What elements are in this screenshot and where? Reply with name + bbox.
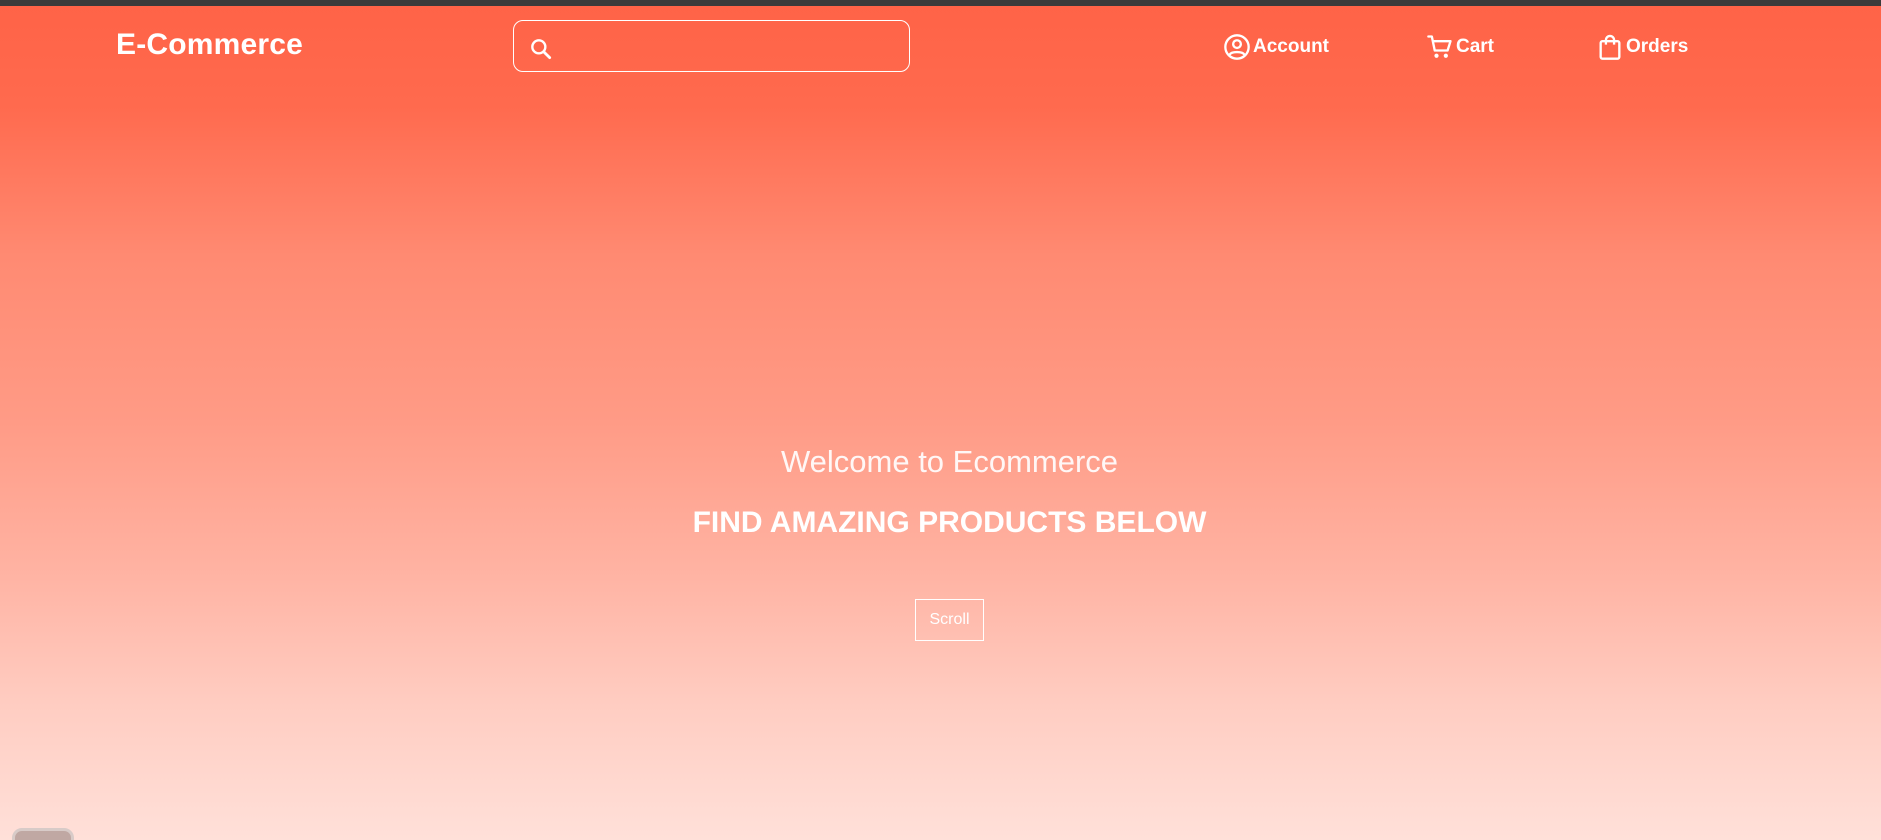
nav-cart-label: Cart [1456,36,1495,57]
nav-orders[interactable]: Orders [1596,32,1688,62]
scroll-button[interactable]: Scroll [915,599,984,641]
landing-page: E-Commerce Account Cart Orders Welcome t… [0,6,1881,840]
nav-orders-label: Orders [1626,36,1689,57]
hero-welcome-text: Welcome to Ecommerce [780,444,1119,479]
nav-account-label: Account [1253,36,1329,57]
search-bar[interactable] [513,20,910,72]
site-logo[interactable]: E-Commerce [116,28,303,62]
nav-cart[interactable]: Cart [1426,32,1494,62]
search-input[interactable] [562,29,897,63]
account-circle-icon [1224,34,1250,60]
shopping-bag-icon [1599,34,1621,60]
search-icon[interactable] [528,36,554,62]
nav-account[interactable]: Account [1223,32,1329,62]
hero-tagline: FIND AMAZING PRODUCTS BELOW [692,506,1207,539]
shopping-cart-icon [1427,35,1452,58]
speed-dial-handle[interactable] [12,828,74,840]
